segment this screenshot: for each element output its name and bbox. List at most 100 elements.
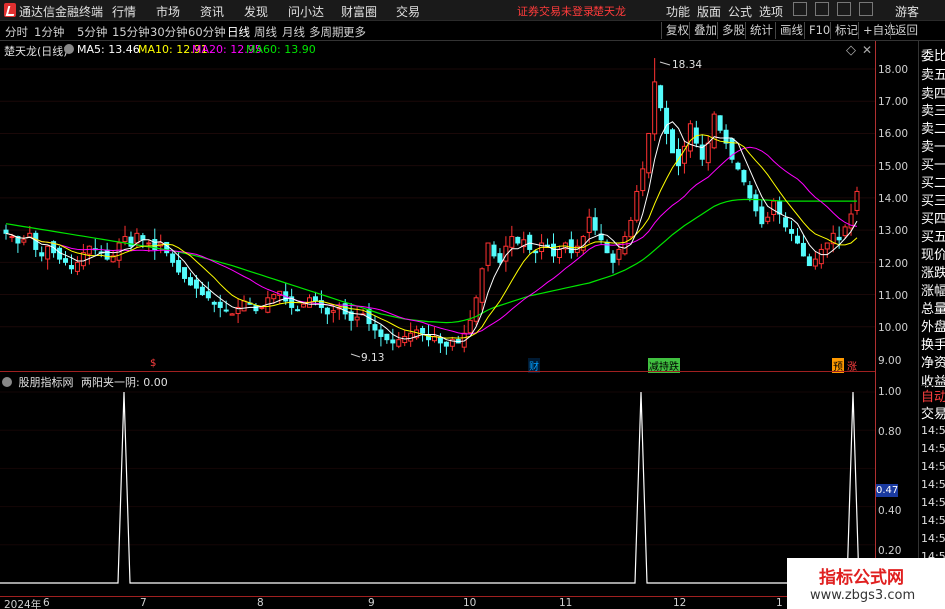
candle-body [646,132,652,174]
indicator-line [0,391,875,584]
side-panel-item: 换手 [921,338,945,353]
candle-body [711,113,717,149]
candle-body [217,301,223,308]
candle-body [271,294,277,300]
candle-body [420,327,426,334]
period-1min[interactable]: 1分钟 [34,24,64,40]
side-panel-item: 14:56 [921,532,945,545]
ytick-18: 18.00 [878,64,909,76]
period-60min[interactable]: 60分钟 [188,24,226,40]
menu-trade[interactable]: 交易 [396,3,420,20]
current-stock-name: 楚天龙 [593,5,626,18]
app-name: 通达信金融终端 [19,5,104,19]
side-panel-item: 卖二 [921,122,945,137]
menu-discover[interactable]: 发现 [244,3,268,20]
xtick-12: 12 [673,597,687,609]
low-marker-line [350,353,361,358]
candle-body [211,301,217,305]
side-panel-item: 净资 [921,356,945,371]
candle-body [640,168,646,192]
guest-user[interactable]: 游客 [895,3,919,20]
candle-body [384,333,390,341]
candle-body [806,256,812,267]
candle-body [128,236,134,247]
candle-body [515,236,521,244]
side-panel-item: 外盘 [921,320,945,335]
candle-body [556,248,562,258]
back-button[interactable]: 返回 [890,22,922,39]
event-marker-dollar[interactable]: $ [149,358,157,369]
menu-function[interactable]: 功能 [666,3,690,20]
login-notice[interactable]: 证券交易未登录 [517,3,594,19]
restore-icon[interactable] [815,2,829,16]
period-more[interactable]: 更多 [343,24,366,40]
candle-body [378,329,384,337]
candle-body [301,303,307,308]
side-panel-item: 买五 [921,230,945,245]
candle-body [9,236,15,239]
side-panel-item: 现价 [921,248,945,263]
app-logo-icon [4,3,16,17]
candle-body [794,235,800,244]
ma60-line [5,198,857,324]
period-tick[interactable]: 分时 [5,24,28,40]
candle-body [800,242,806,257]
menu-news[interactable]: 资讯 [200,3,224,20]
candle-body [604,241,610,254]
statistics-button[interactable]: 统计 [745,22,777,39]
close-panel-icon[interactable]: ✕ [862,43,872,57]
indicator-chart[interactable] [0,385,875,595]
candle-body [491,244,497,257]
candle-body [670,129,676,154]
ma5-line [5,121,858,343]
candle-body [205,291,211,299]
candle-body [622,236,628,255]
menu-exchange-market[interactable]: 市场 [156,3,180,20]
candle-body [187,277,193,286]
period-15min[interactable]: 15分钟 [112,24,150,40]
period-daily[interactable]: 日线 [227,24,250,40]
price-chart[interactable]: 18.34 9.13 [0,57,875,371]
side-panel-item: 14:56 [921,514,945,527]
time-axis: 2024年 6 7 8 9 10 11 12 1 [0,596,875,609]
period-weekly[interactable]: 周线 [254,24,277,40]
panel-divider[interactable] [0,371,875,372]
candle-body [592,217,598,231]
xtick-6: 6 [43,597,50,609]
period-5min[interactable]: 5分钟 [77,24,107,40]
period-monthly[interactable]: 月线 [282,24,305,40]
menu-wealth-circle[interactable]: 财富圈 [341,3,377,20]
candle-body [824,242,830,250]
candle-body [182,267,188,279]
quote-side-panel: 委比 卖五 卖四 卖三 卖二 卖一 买一 买二 买三 买四 买五 现价 涨跌 涨幅 总量 外盘 换手 净资 收益 自动… [918,41,945,581]
candle-body [610,253,616,263]
candle-body [652,81,658,135]
menu-layout[interactable]: 版面 [697,3,721,20]
settings-dot-icon[interactable] [64,44,74,54]
period-30min[interactable]: 30分钟 [150,24,188,40]
xtick-1: 1 [776,597,783,609]
collapse-icon[interactable]: ◇ [846,43,856,58]
menu-options[interactable]: 选项 [759,3,783,20]
menu-ask-xiaoda[interactable]: 问小达 [288,3,324,20]
candle-body [765,216,771,222]
ma5-label: MA5: 13.46 [77,43,140,56]
maximize-icon[interactable] [837,2,851,16]
candle-body [253,305,259,312]
draw-line-button[interactable]: 画线 [775,22,807,39]
menu-formula[interactable]: 公式 [728,3,752,20]
candle-body [485,242,491,266]
minimize-icon[interactable] [793,2,807,16]
candle-body [68,265,74,270]
candle-body [437,337,443,344]
close-icon[interactable] [859,2,873,16]
candle-body [372,324,378,331]
period-multi[interactable]: 多周期 [309,24,344,40]
candle-body [199,286,205,296]
candle-body [842,226,848,237]
watermark-url: www.zbgs3.com [810,588,916,603]
candle-body [527,234,533,250]
side-panel-item: 委比 [921,49,945,64]
candle-body [396,339,402,347]
menu-market[interactable]: 行情 [112,3,136,20]
